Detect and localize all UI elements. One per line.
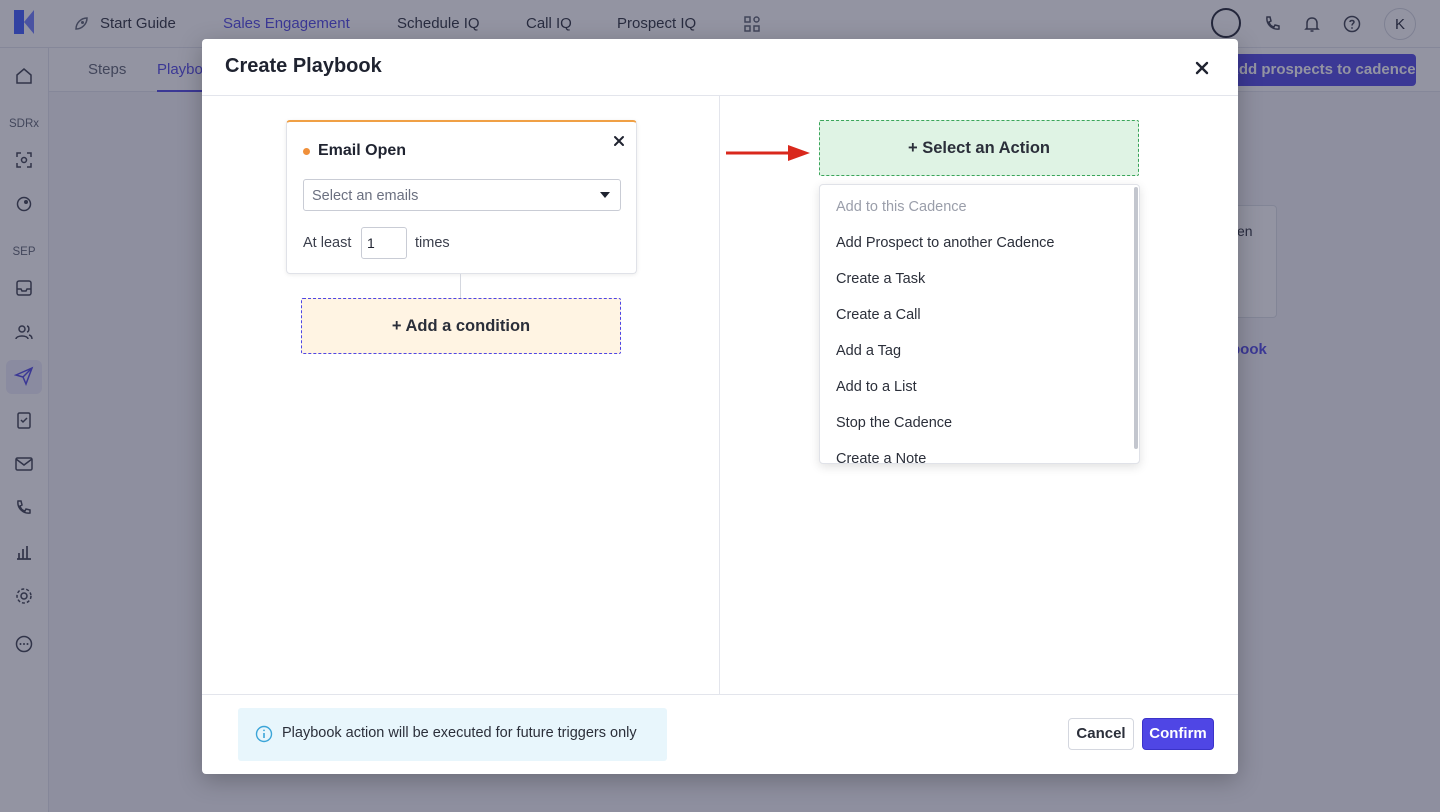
action-add-prospect-to-another-cadence[interactable]: Add Prospect to another Cadence	[836, 235, 1054, 251]
add-condition-button[interactable]: + Add a condition	[301, 298, 621, 354]
remove-trigger-icon[interactable]	[612, 134, 626, 148]
action-create-call[interactable]: Create a Call	[836, 307, 921, 323]
close-icon[interactable]	[1192, 58, 1212, 78]
action-add-tag[interactable]: Add a Tag	[836, 343, 901, 359]
times-label: times	[415, 235, 450, 251]
action-stop-cadence[interactable]: Stop the Cadence	[836, 415, 952, 431]
action-dropdown-menu: Add to this Cadence Add Prospect to anot…	[819, 184, 1140, 464]
info-banner-text: Playbook action will be executed for fut…	[282, 725, 637, 741]
modal-header: Create Playbook	[202, 39, 1238, 96]
action-create-task[interactable]: Create a Task	[836, 271, 925, 287]
red-arrow-annotation-icon	[726, 145, 810, 161]
action-menu-scrollbar[interactable]	[1134, 187, 1138, 449]
modal-footer-divider	[202, 694, 1238, 695]
at-least-count-input[interactable]	[361, 227, 407, 259]
trigger-connector-line	[460, 274, 461, 298]
action-add-to-this-cadence: Add to this Cadence	[836, 199, 967, 215]
select-action-button[interactable]: + Select an Action	[819, 120, 1139, 176]
email-open-trigger-card: Email Open Select an emails At least tim…	[286, 120, 637, 274]
modal-column-divider	[719, 96, 720, 694]
trigger-status-dot	[303, 148, 310, 155]
cancel-button[interactable]: Cancel	[1068, 718, 1134, 750]
caret-down-icon	[600, 192, 610, 198]
at-least-label: At least	[303, 235, 352, 251]
info-icon	[255, 725, 273, 743]
email-select-placeholder: Select an emails	[312, 188, 419, 204]
action-add-to-list[interactable]: Add to a List	[836, 379, 917, 395]
action-create-note[interactable]: Create a Note	[836, 451, 926, 463]
confirm-button[interactable]: Confirm	[1142, 718, 1214, 750]
create-playbook-modal: Create Playbook Email Open Select an ema…	[202, 39, 1238, 774]
info-banner: Playbook action will be executed for fut…	[238, 708, 667, 761]
email-select-dropdown[interactable]: Select an emails	[303, 179, 621, 211]
modal-title: Create Playbook	[225, 55, 382, 77]
trigger-title: Email Open	[318, 142, 407, 159]
